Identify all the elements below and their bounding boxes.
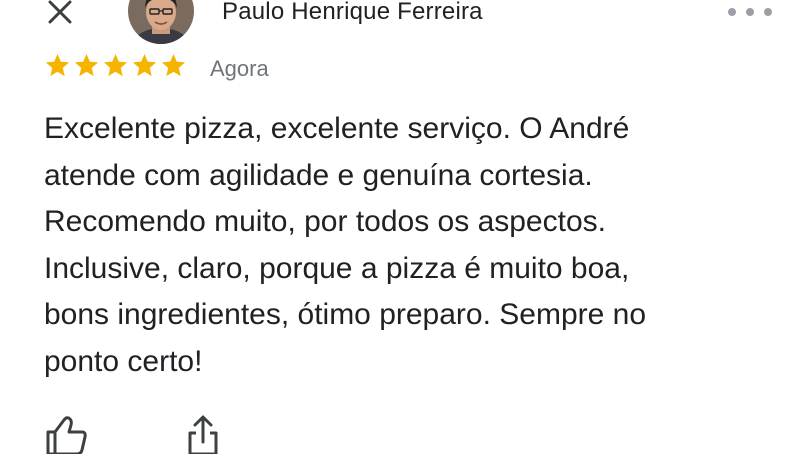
star-rating (44, 52, 187, 79)
author-name[interactable]: Paulo Henrique Ferreira (222, 0, 483, 28)
close-icon (48, 0, 72, 24)
thumbs-up-icon (46, 416, 87, 456)
star-icon (45, 54, 70, 77)
star-icon (74, 54, 99, 77)
star-icon (103, 54, 128, 77)
share-icon (188, 415, 218, 456)
avatar[interactable] (128, 0, 194, 44)
avatar-image (128, 0, 194, 44)
like-button[interactable] (44, 414, 90, 456)
more-options-button[interactable] (728, 2, 772, 22)
star-icon (161, 54, 186, 77)
more-horizontal-icon-dot (746, 8, 754, 16)
more-horizontal-icon-dot (764, 8, 772, 16)
more-horizontal-icon (728, 8, 736, 16)
star-icon (132, 54, 157, 77)
review-text: Excelente pizza, excelente serviço. O An… (44, 112, 647, 378)
share-button[interactable] (180, 412, 226, 456)
close-button[interactable] (40, 0, 80, 30)
review-time: Agora (210, 56, 269, 81)
